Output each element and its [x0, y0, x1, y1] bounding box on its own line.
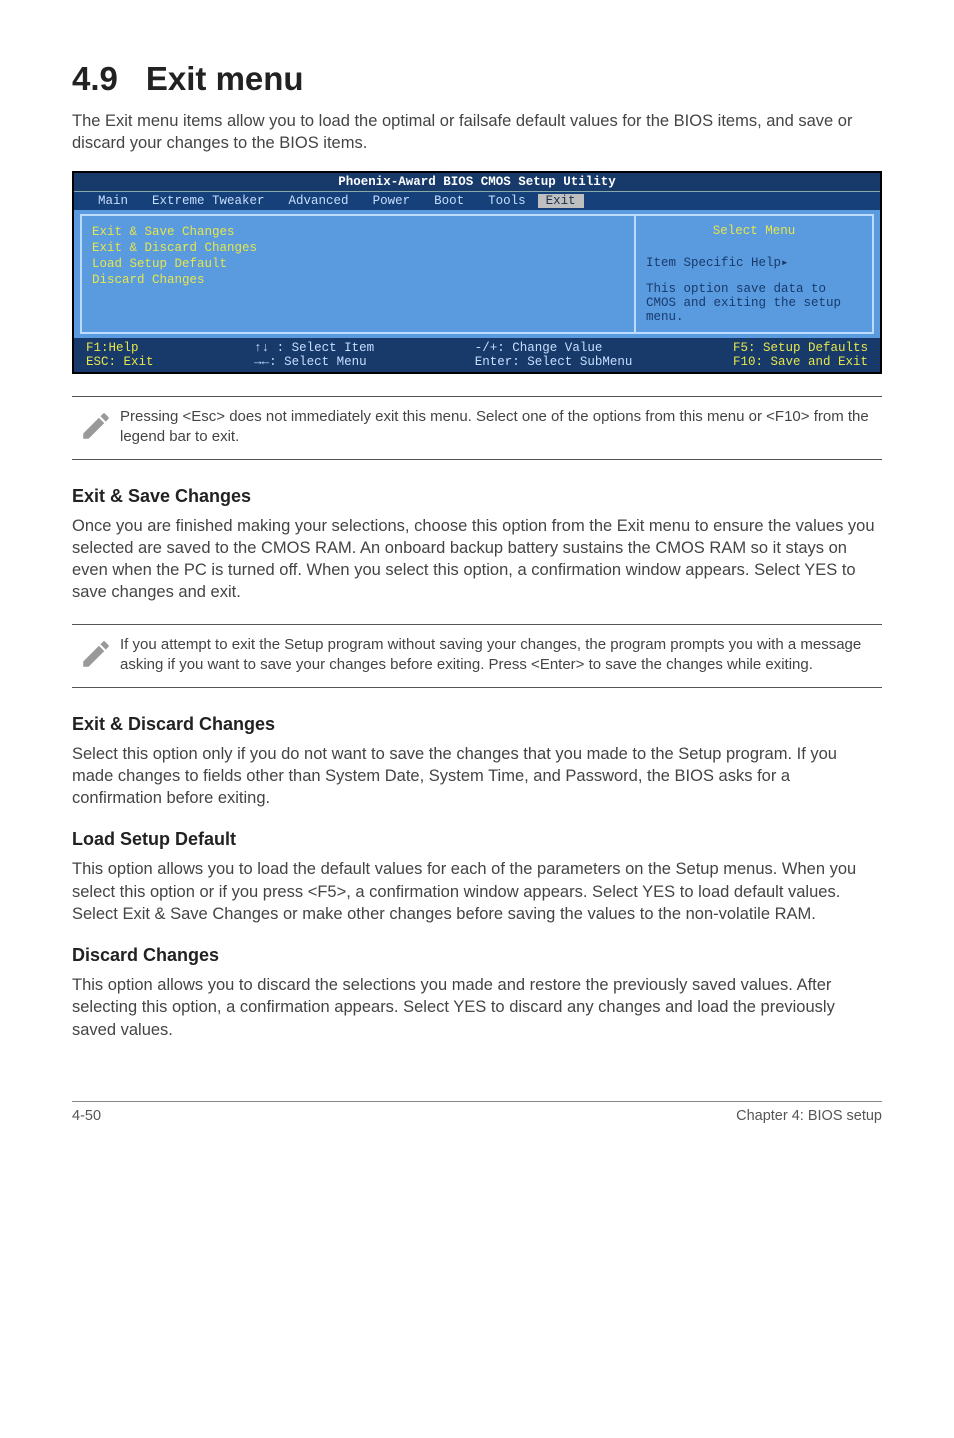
- section-body-load-default: This option allows you to load the defau…: [72, 858, 882, 925]
- bios-right-title: Select Menu: [646, 224, 862, 238]
- page-number: 4-50: [72, 1108, 101, 1124]
- bios-menu-advanced: Advanced: [277, 194, 361, 208]
- bios-menubar: Main Extreme Tweaker Advanced Power Boot…: [74, 192, 880, 210]
- bios-footer-col1: F1:HelpESC: Exit: [86, 341, 154, 369]
- page-footer: 4-50 Chapter 4: BIOS setup: [72, 1101, 882, 1124]
- bios-menu-tools: Tools: [476, 194, 538, 208]
- bios-screenshot: Phoenix-Award BIOS CMOS Setup Utility Ma…: [72, 171, 882, 374]
- bios-menu-main: Main: [86, 194, 140, 208]
- note-callout-1: Pressing <Esc> does not immediately exit…: [72, 396, 882, 460]
- section-title-discard-exit: Exit & Discard Changes: [72, 714, 882, 735]
- bios-menu-exit: Exit: [538, 194, 584, 208]
- bios-item-discard-exit: Exit & Discard Changes: [92, 240, 624, 256]
- chapter-label: Chapter 4: BIOS setup: [736, 1108, 882, 1124]
- pencil-icon: [72, 635, 120, 677]
- bios-footer-col3: -/+: Change ValueEnter: Select SubMenu: [475, 341, 633, 369]
- bios-item-load-default: Load Setup Default: [92, 256, 624, 272]
- note-text-2: If you attempt to exit the Setup program…: [120, 635, 876, 676]
- bios-body: Exit & Save Changes Exit & Discard Chang…: [74, 210, 880, 338]
- section-title-load-default: Load Setup Default: [72, 829, 882, 850]
- bios-footer-col2: ↑↓ : Select Item→←: Select Menu: [254, 341, 374, 369]
- bios-footer: F1:HelpESC: Exit ↑↓ : Select Item→←: Sel…: [74, 338, 880, 372]
- pencil-icon: [72, 407, 120, 449]
- section-title-discard: Discard Changes: [72, 945, 882, 966]
- bios-right-panel: Select Menu Item Specific Help▸ This opt…: [634, 214, 874, 334]
- bios-help-label: Item Specific Help▸: [646, 254, 862, 270]
- bios-item-discard: Discard Changes: [92, 272, 624, 288]
- note-callout-2: If you attempt to exit the Setup program…: [72, 624, 882, 688]
- bios-left-panel: Exit & Save Changes Exit & Discard Chang…: [80, 214, 634, 334]
- page-heading: 4.9 Exit menu: [72, 60, 882, 98]
- bios-menu-boot: Boot: [422, 194, 476, 208]
- intro-paragraph: The Exit menu items allow you to load th…: [72, 110, 882, 155]
- bios-help-body: This option save data to CMOS and exitin…: [646, 282, 862, 324]
- heading-number: 4.9: [72, 60, 118, 97]
- section-body-discard: This option allows you to discard the se…: [72, 974, 882, 1041]
- section-body-discard-exit: Select this option only if you do not wa…: [72, 743, 882, 810]
- bios-item-save: Exit & Save Changes: [92, 224, 624, 240]
- heading-text: Exit menu: [146, 60, 304, 97]
- bios-menu-tweaker: Extreme Tweaker: [140, 194, 277, 208]
- bios-menu-power: Power: [361, 194, 423, 208]
- section-title-save: Exit & Save Changes: [72, 486, 882, 507]
- note-text-1: Pressing <Esc> does not immediately exit…: [120, 407, 876, 448]
- section-body-save: Once you are finished making your select…: [72, 515, 882, 604]
- bios-title: Phoenix-Award BIOS CMOS Setup Utility: [74, 173, 880, 192]
- bios-footer-col4: F5: Setup DefaultsF10: Save and Exit: [733, 341, 868, 369]
